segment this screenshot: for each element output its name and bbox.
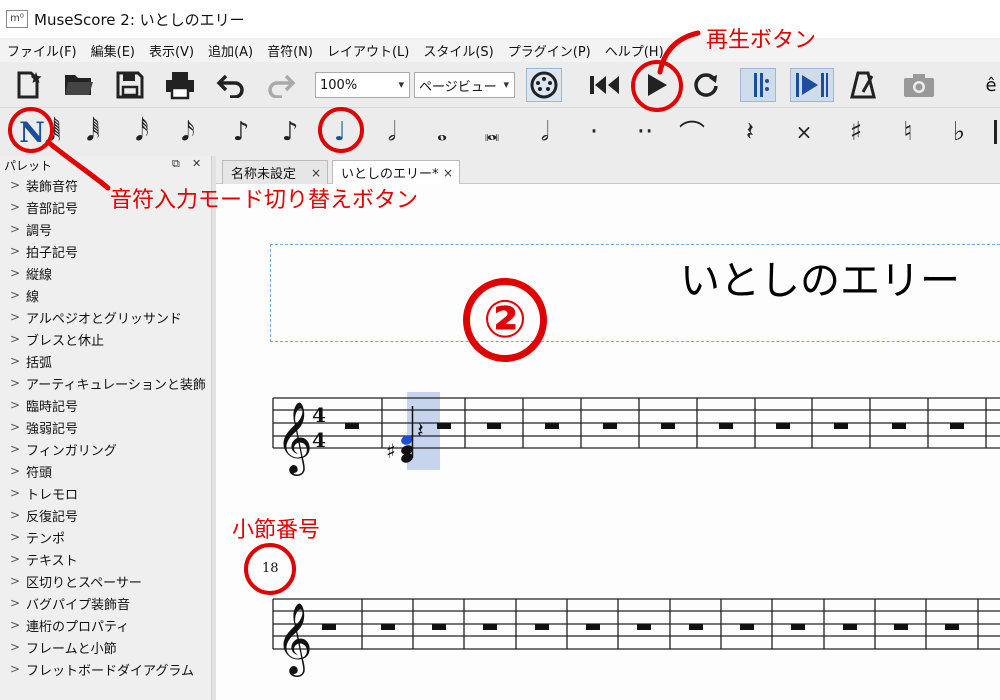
whole-rests-system-1 xyxy=(345,423,964,429)
annotation-note-input-toggle: 音符入力モード切り替えボタン xyxy=(110,188,419,213)
sharp-accidental: ♯ xyxy=(386,439,396,463)
annotation-circle-play xyxy=(631,60,683,112)
measure-number: 18 xyxy=(262,561,279,576)
annotation-measure-number: 小節番号 xyxy=(232,518,321,543)
annotation-circle-note-input xyxy=(8,107,54,153)
treble-clef: 𝄞 xyxy=(276,601,313,677)
time-signature-top: 4 xyxy=(312,403,326,427)
annotation-arrow-note-input xyxy=(45,139,111,191)
staff-system-1 xyxy=(272,397,1000,449)
score-staff-layer: 𝄞 4 4 ♯ 𝄽 𝄞 xyxy=(45,30,1000,677)
treble-clef: 𝄞 xyxy=(276,400,313,476)
quarter-rest: 𝄽 xyxy=(417,419,424,444)
whole-rests-system-2 xyxy=(322,624,959,630)
annotation-circle-quarter xyxy=(318,107,364,153)
annotation-play-button: 再生ボタン xyxy=(706,28,817,53)
time-signature-bottom: 4 xyxy=(312,428,326,452)
